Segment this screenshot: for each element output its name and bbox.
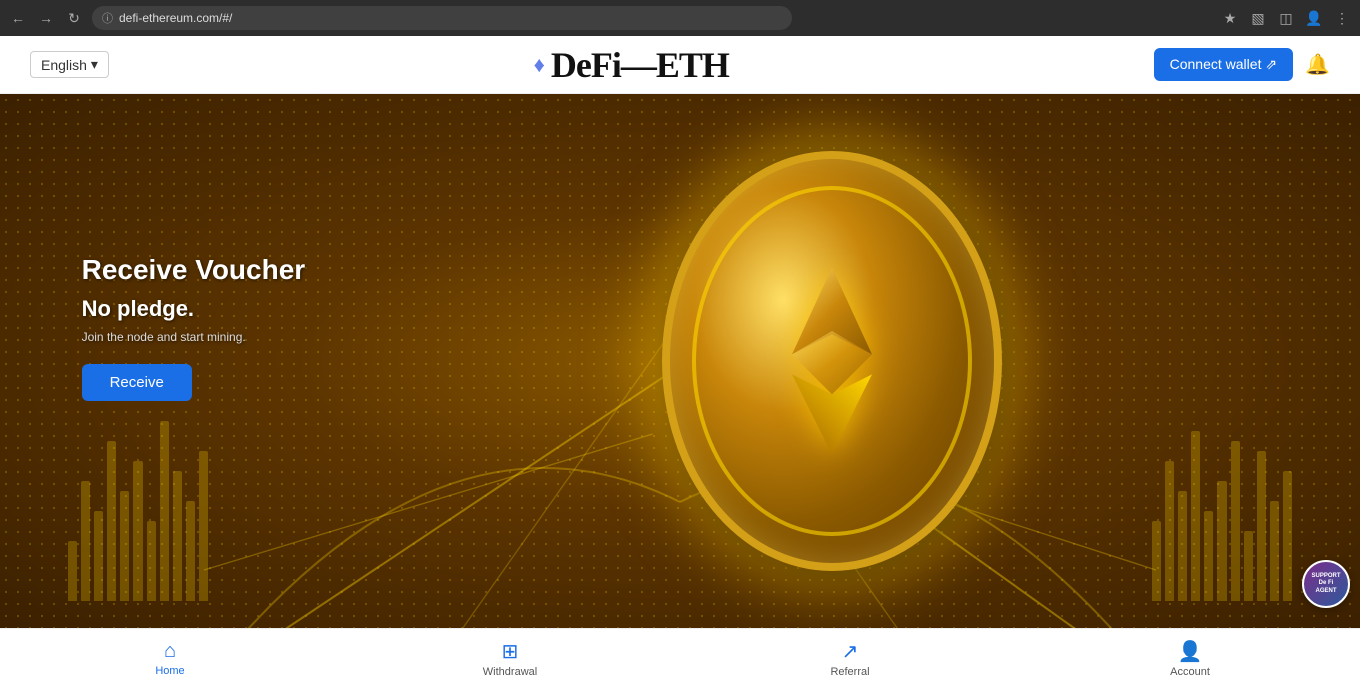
browser-extension-button[interactable]: ▧ [1248,8,1268,28]
account-label: Account [1170,666,1210,678]
browser-bookmark-button[interactable]: ★ [1220,8,1240,28]
browser-forward-button[interactable]: → [36,8,56,28]
hero-section: Receive Voucher No pledge. Join the node… [0,94,1360,628]
hero-description: Join the node and start mining. [82,330,306,344]
browser-back-button[interactable]: ← [8,8,28,28]
home-icon: ⌂ [164,640,176,663]
account-icon: 👤 [1178,639,1203,664]
bar-chart-right [1152,121,1292,602]
browser-url-bar[interactable]: ⓘ defi-ethereum.com/#/ [92,6,792,30]
browser-menu-button[interactable]: ⋮ [1332,8,1352,28]
coin-container [642,131,1022,591]
withdrawal-label: Withdrawal [483,666,537,678]
home-label: Home [155,665,184,677]
referral-label: Referral [830,666,869,678]
referral-icon: ↗ [842,639,859,664]
chevron-down-icon: ▾ [91,56,98,73]
hero-subtitle: No pledge. [82,296,306,322]
nav-item-account[interactable]: 👤 Account [1020,639,1360,678]
support-agent-bubble[interactable]: SUPPORTDe FiAGENT [1302,560,1350,608]
browser-actions: ★ ▧ ◫ 👤 ⋮ [1220,8,1352,28]
nav-item-referral[interactable]: ↗ Referral [680,639,1020,678]
logo-text: DeFi—ETH [551,44,729,86]
bottom-navigation: ⌂ Home ⊞ Withdrawal ↗ Referral 👤 Account [0,628,1360,688]
support-label: SUPPORTDe FiAGENT [1311,573,1340,595]
coin-inner-ring [692,186,972,536]
eth-logo-icon: ♦ [534,52,545,78]
language-selector[interactable]: English ▾ [30,51,109,78]
hero-text-block: Receive Voucher No pledge. Join the node… [82,254,306,401]
browser-chrome: ← → ↻ ⓘ defi-ethereum.com/#/ ★ ▧ ◫ 👤 ⋮ [0,0,1360,36]
notification-button[interactable]: 🔔 [1305,52,1330,77]
browser-sidebar-button[interactable]: ◫ [1276,8,1296,28]
header-left: English ▾ [30,51,109,78]
ethereum-logo-svg [762,261,902,461]
hero-title: Receive Voucher [82,254,306,286]
receive-button[interactable]: Receive [82,364,192,401]
language-label: English [41,57,87,73]
page-content: English ▾ ♦ DeFi—ETH Connect wallet ⇗ 🔔 [0,36,1360,688]
header: English ▾ ♦ DeFi—ETH Connect wallet ⇗ 🔔 [0,36,1360,94]
withdrawal-icon: ⊞ [502,639,519,664]
browser-url-text: defi-ethereum.com/#/ [119,11,232,25]
connect-wallet-button[interactable]: Connect wallet ⇗ [1154,48,1293,81]
nav-item-withdrawal[interactable]: ⊞ Withdrawal [340,639,680,678]
header-right: Connect wallet ⇗ 🔔 [1154,48,1330,81]
nav-item-home[interactable]: ⌂ Home [0,640,340,677]
browser-profile-button[interactable]: 👤 [1304,8,1324,28]
browser-refresh-button[interactable]: ↻ [64,8,84,28]
header-logo: ♦ DeFi—ETH [534,44,729,86]
coin-outer [662,151,1002,571]
bell-icon: 🔔 [1305,54,1330,76]
